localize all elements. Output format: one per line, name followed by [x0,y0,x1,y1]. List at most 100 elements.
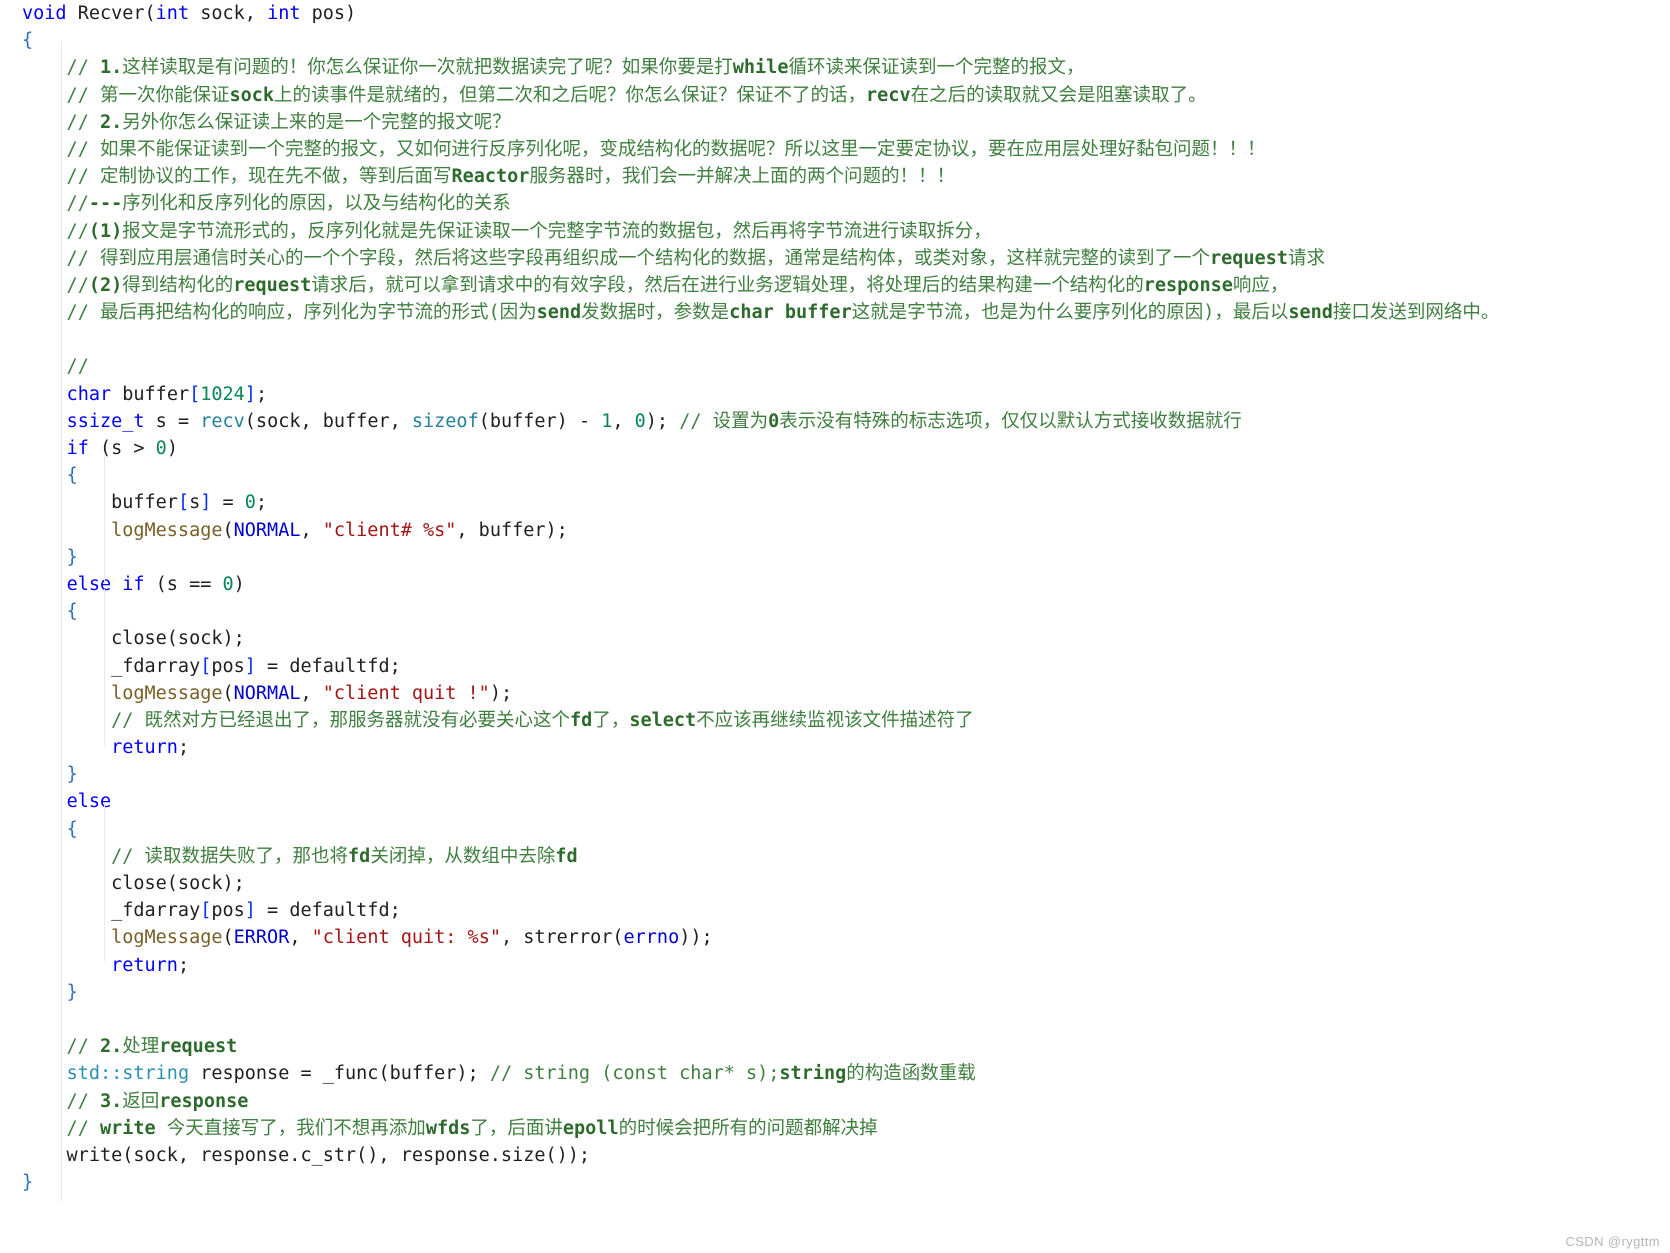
code-line[interactable]: // 1.这样读取是有问题的！你怎么保证你一次就把数据读完了呢？如果你要是打wh… [0,54,1670,81]
code-line[interactable]: //---序列化和反序列化的原因，以及与结构化的关系 [0,190,1670,217]
indent-guide-elseif-block [104,589,105,747]
code-line[interactable]: // 如果不能保证读到一个完整的报文，又如何进行反序列化呢，变成结构化的数据呢？… [0,136,1670,163]
code-token: ) [166,438,178,459]
code-token: 在之后的读取就又会是阻塞读取了。 [910,84,1207,106]
code-token: [ [200,900,212,922]
code-line[interactable]: return; [0,734,1670,761]
code-line[interactable]: // 3.返回response [0,1088,1670,1115]
code-token: // 最后再把结构化的响应，序列化为字节流的形式(因为 [22,302,537,324]
code-line[interactable]: { [0,816,1670,843]
code-line[interactable] [0,1006,1670,1033]
code-token: wfds [425,1117,471,1139]
code-token: ( [222,682,234,704]
code-line[interactable]: } [0,1169,1670,1196]
code-token: { [22,30,34,52]
code-token: 0 [244,492,256,514]
indent-guide-if-block [104,454,105,584]
code-line[interactable]: return; [0,952,1670,979]
code-line[interactable]: { [0,462,1670,489]
code-token: response [159,1090,249,1112]
code-token: ERROR [233,927,290,949]
code-line[interactable]: // 读取数据失败了，那也将fd关闭掉，从数组中去除fd [0,843,1670,870]
code-token: buffer [22,492,178,514]
code-token: } [66,546,78,568]
code-token: 的时候会把所有的问题都解决掉 [618,1117,878,1139]
code-token: 0 [768,410,780,432]
code-token: logMessage [111,519,223,541]
code-token: 3. [99,1090,123,1112]
code-line[interactable]: // 2.另外你怎么保证读上来的是一个完整的报文呢？ [0,109,1670,136]
code-token: 不应该再继续监视该文件描述符了 [696,709,974,731]
code-token: else if [66,573,145,595]
code-token: , [300,519,323,541]
code-token: --- [88,193,123,215]
code-token: 2. [99,1036,123,1058]
code-token: request [159,1036,238,1058]
code-token: ; [177,737,190,759]
code-line[interactable]: // 定制协议的工作，现在先不做，等到后面写Reactor服务器时，我们会一并解… [0,163,1670,190]
code-token: ; [177,954,190,976]
code-token: close(sock); [22,873,245,894]
code-line[interactable]: { [0,27,1670,54]
code-line[interactable]: logMessage(NORMAL, "client# %s", buffer)… [0,517,1670,544]
code-line[interactable]: _fdarray[pos] = defaultfd; [0,897,1670,924]
code-token: [ [200,655,212,677]
code-token: // 第一次你能保证 [22,84,230,106]
code-token: Recver [77,3,145,24]
code-token: buffer [111,383,190,405]
code-line[interactable]: } [0,544,1670,571]
code-line[interactable]: _fdarray[pos] = defaultfd; [0,653,1670,680]
code-line[interactable]: std::string response = _func(buffer); //… [0,1060,1670,1087]
code-token: // string (const char* s); [489,1063,780,1085]
code-line[interactable]: close(sock); [0,870,1670,897]
code-line[interactable]: else [0,788,1670,815]
code-line[interactable]: if (s > 0) [0,435,1670,462]
code-line[interactable]: // 2.处理request [0,1033,1670,1060]
code-token: send [536,302,582,324]
code-token: 表示没有特殊的标志选项，仅仅以默认方式接收数据就行 [779,410,1242,432]
code-line[interactable]: write(sock, response.c_str(), response.s… [0,1142,1670,1169]
code-token: std::string [66,1063,190,1085]
code-token: )); [679,927,713,949]
code-line[interactable]: logMessage(ERROR, "client quit: %s", str… [0,924,1670,951]
code-token: // [22,356,89,378]
code-line[interactable]: } [0,979,1670,1006]
code-token: 序列化和反序列化的原因，以及与结构化的关系 [122,193,511,215]
code-line[interactable]: // 得到应用层通信时关心的一个个字段，然后将这些字段再组织成一个结构化的数据，… [0,245,1670,272]
code-token: 这就是字节流，也是为什么要序列化的原因)，最后以 [851,302,1289,324]
code-line[interactable]: { [0,598,1670,625]
code-token: pos) [300,3,357,24]
code-token: // 得到应用层通信时关心的一个个字段，然后将这些字段再组织成一个结构化的数据，… [22,247,1210,269]
code-line[interactable]: char buffer[1024]; [0,381,1670,408]
code-line[interactable]: else if (s == 0) [0,571,1670,598]
code-line[interactable]: //(1)报文是字节流形式的，反序列化就是先保证读取一个完整字节流的数据包，然后… [0,218,1670,245]
code-token: (1) [88,220,123,242]
code-token: sock [229,84,275,106]
code-token: logMessage [111,682,223,704]
code-line[interactable]: void Recver(int sock, int pos) [0,0,1670,27]
code-line[interactable] [0,326,1670,353]
code-line[interactable]: logMessage(NORMAL, "client quit !"); [0,680,1670,707]
code-line[interactable]: // 最后再把结构化的响应，序列化为字节流的形式(因为send发数据时，参数是c… [0,299,1670,326]
code-line[interactable]: ssize_t s = recv(sock, buffer, sizeof(bu… [0,408,1670,435]
code-token: logMessage [111,927,223,949]
code-token: ( [144,3,156,24]
code-line[interactable]: // write 今天直接写了，我们不想再添加wfds了，后面讲epoll的时候… [0,1115,1670,1142]
code-line[interactable]: // 既然对方已经退出了，那服务器就没有必要关心这个fd了，select不应该再… [0,707,1670,734]
code-token: int [267,3,301,24]
code-token: ); [489,682,513,704]
code-token: while [732,57,789,79]
code-line[interactable]: buffer[s] = 0; [0,489,1670,516]
code-line[interactable]: //(2)得到结构化的request请求后，就可以拿到请求中的有效字段，然后在进… [0,272,1670,299]
code-line[interactable]: } [0,761,1670,788]
code-token: (s == [144,573,223,595]
code-token: pos [211,900,245,922]
code-line[interactable]: // 第一次你能保证sock上的读事件是就绪的，但第二次和之后呢？你怎么保证？保… [0,82,1670,109]
code-line[interactable]: // [0,353,1670,380]
code-token: ( [222,519,234,541]
code-token: ] [244,655,256,677]
code-line[interactable]: close(sock); [0,625,1670,652]
